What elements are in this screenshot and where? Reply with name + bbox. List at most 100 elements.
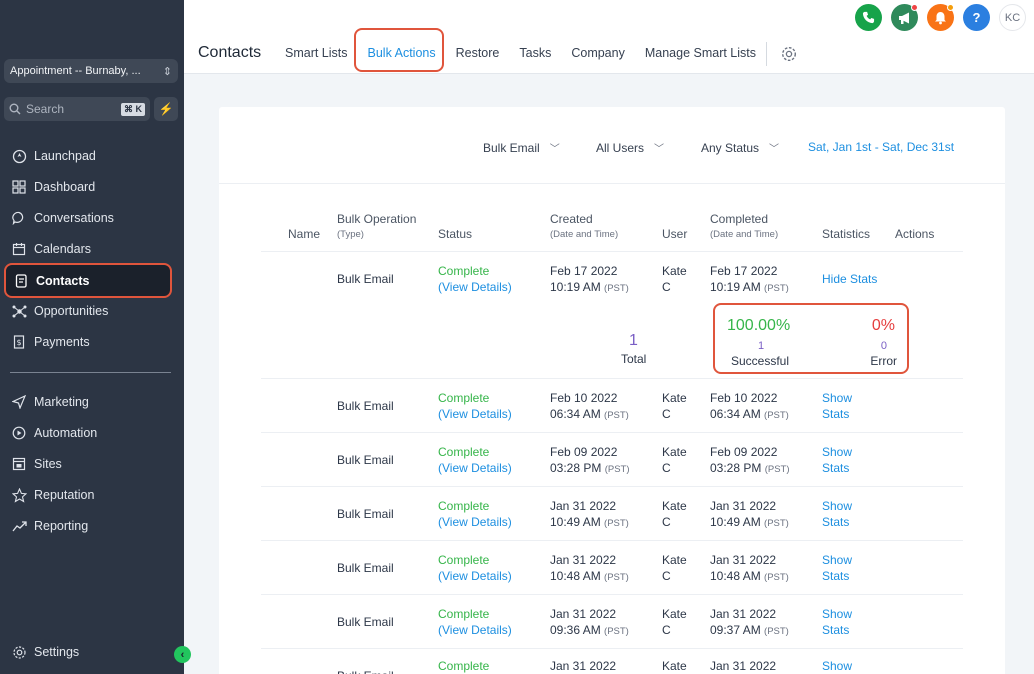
sidebar-item-label: Reputation — [34, 488, 95, 502]
chevron-down-icon: ﹀ — [654, 144, 665, 155]
row-completed: Feb 09 2022 03:28 PM (PST) — [710, 444, 790, 478]
row-user: Kate C — [662, 552, 687, 584]
view-details-link[interactable]: (View Details) — [438, 515, 512, 529]
table-row: Bulk Email Complete (View Details) Jan 3… — [261, 595, 963, 649]
col-header-user: User — [662, 227, 688, 241]
completed-time: 09:37 AM — [710, 623, 761, 637]
created-time: 10:48 AM — [550, 569, 601, 583]
bolt-icon: ⚡ — [158, 102, 174, 116]
notification-dot — [947, 4, 954, 11]
automation-icon — [10, 424, 28, 442]
row-user: Kate C — [662, 444, 687, 476]
hide-stats-link[interactable]: Hide Stats — [822, 271, 877, 287]
bell-icon — [935, 11, 946, 24]
completed-date: Feb 17 2022 — [710, 264, 778, 278]
tab-company[interactable]: Company — [571, 46, 625, 60]
updown-chevron-icon: ⇕ — [162, 65, 172, 78]
row-user: Kate C — [662, 498, 687, 530]
sidebar-item-opportunities[interactable]: Opportunities — [4, 296, 172, 326]
view-details-link[interactable]: (View Details) — [438, 569, 512, 583]
sidebar-item-label: Conversations — [34, 211, 114, 225]
sidebar-item-marketing[interactable]: Marketing — [4, 387, 172, 417]
sidebar-item-reporting[interactable]: Reporting — [4, 511, 172, 541]
created-date: Jan 31 2022 — [550, 499, 617, 513]
quick-actions-button[interactable]: ⚡ — [154, 97, 178, 121]
completed-time: 10:48 AM — [710, 569, 761, 583]
row-status: Complete (View Details) — [438, 606, 512, 638]
show-stats-link[interactable]: Show — [822, 658, 852, 674]
chevron-left-icon: ‹ — [180, 648, 185, 661]
user-last: C — [662, 280, 671, 294]
created-date: Feb 17 2022 — [550, 264, 618, 278]
show-stats-line2: Stats — [822, 461, 850, 475]
notifications-button[interactable] — [927, 4, 954, 31]
timezone-label: (PST) — [604, 518, 629, 529]
opportunities-icon — [10, 302, 28, 320]
status-complete: Complete — [438, 659, 490, 673]
show-stats-link[interactable]: Show Stats — [822, 390, 852, 422]
tab-manage-smart-lists[interactable]: Manage Smart Lists — [645, 46, 756, 60]
sidebar-item-sites[interactable]: Sites — [4, 449, 172, 479]
row-created: Jan 31 2022 10:48 AM (PST) — [550, 552, 629, 586]
created-date: Jan 31 2022 — [550, 659, 617, 673]
col-header-status: Status — [438, 227, 473, 241]
row-status: Complete — [438, 658, 489, 674]
sidebar-item-contacts[interactable]: Contacts — [4, 263, 172, 298]
row-created: Feb 17 2022 10:19 AM (PST) — [550, 263, 629, 297]
show-stats-link[interactable]: Show Stats — [822, 606, 852, 638]
tab-smart-lists[interactable]: Smart Lists — [285, 46, 348, 60]
view-details-link[interactable]: (View Details) — [438, 407, 512, 421]
status-complete: Complete — [438, 445, 490, 459]
announcements-button[interactable] — [891, 4, 918, 31]
status-filter[interactable]: Any Status ﹀ — [701, 140, 779, 156]
row-status: Complete (View Details) — [438, 444, 512, 476]
sidebar-item-reputation[interactable]: Reputation — [4, 480, 172, 510]
sidebar-item-calendars[interactable]: Calendars — [4, 234, 172, 264]
show-stats-link[interactable]: Show Stats — [822, 444, 852, 476]
contacts-icon — [12, 272, 30, 290]
collapse-sidebar-button[interactable]: ‹ — [174, 646, 191, 663]
col-header-bulk-operation-sub: (Type) — [337, 229, 364, 240]
status-complete: Complete — [438, 499, 490, 513]
type-filter[interactable]: Bulk Email ﹀ — [483, 140, 560, 156]
chevron-down-icon: ﹀ — [549, 144, 560, 155]
view-details-link[interactable]: (View Details) — [438, 461, 512, 475]
user-last: C — [662, 461, 671, 475]
col-header-bulk-operation: Bulk Operation (Type) — [337, 212, 416, 242]
help-button[interactable]: ? — [963, 4, 990, 31]
sidebar-item-dashboard[interactable]: Dashboard — [4, 172, 172, 202]
sidebar-item-settings[interactable]: Settings — [4, 637, 172, 667]
avatar[interactable]: KC — [999, 4, 1026, 31]
timezone-label: (PST) — [764, 626, 789, 637]
user-last: C — [662, 623, 671, 637]
svg-text:$: $ — [16, 338, 21, 347]
show-stats-link[interactable]: Show Stats — [822, 552, 852, 584]
show-stats-link[interactable]: Show Stats — [822, 498, 852, 530]
sidebar-item-payments[interactable]: $ Payments — [4, 327, 172, 357]
tab-restore[interactable]: Restore — [456, 46, 500, 60]
sidebar-item-conversations[interactable]: Conversations — [4, 203, 172, 233]
phone-button[interactable] — [855, 4, 882, 31]
created-date: Feb 10 2022 — [550, 391, 618, 405]
sidebar-item-launchpad[interactable]: Launchpad — [4, 141, 172, 171]
timezone-label: (PST) — [604, 410, 629, 421]
col-header-name: Name — [288, 227, 321, 241]
settings-gear-icon[interactable] — [780, 45, 798, 63]
timezone-label: (PST) — [604, 572, 629, 583]
date-range-picker[interactable]: Sat, Jan 1st - Sat, Dec 31st — [808, 140, 954, 154]
view-details-link[interactable]: (View Details) — [438, 623, 512, 637]
table-row: Bulk Email Complete Jan 31 2022 Kate Jan… — [261, 649, 963, 674]
col-header-statistics: Statistics — [822, 227, 871, 241]
search-input[interactable]: Search ⌘ K — [4, 97, 150, 121]
location-switcher[interactable]: Appointment -- Burnaby, ... ⇕ — [4, 59, 178, 83]
show-stats-line1: Show — [822, 499, 853, 513]
error-label: Error — [870, 354, 897, 368]
user-filter[interactable]: All Users ﹀ — [596, 140, 665, 156]
stats-highlight-box: 100.00% 1 Successful 0% 0 Error — [713, 303, 909, 374]
view-details-link[interactable]: (View Details) — [438, 280, 512, 294]
row-type: Bulk Email — [337, 453, 394, 467]
sidebar-item-automation[interactable]: Automation — [4, 418, 172, 448]
tab-tasks[interactable]: Tasks — [519, 46, 551, 60]
status-complete: Complete — [438, 553, 490, 567]
row-status: Complete (View Details) — [438, 390, 512, 422]
